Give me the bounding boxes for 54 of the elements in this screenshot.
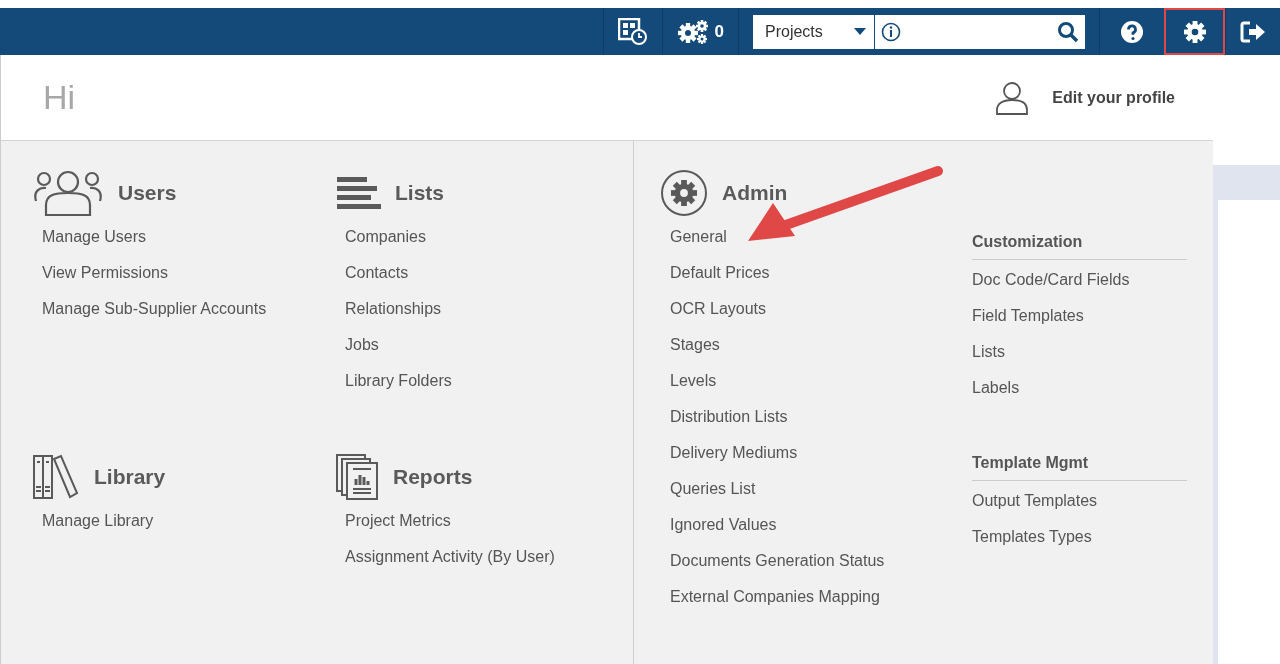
menu-link[interactable]: Documents Generation Status [670, 543, 885, 579]
menu-link[interactable]: Companies [345, 219, 426, 255]
calendar-clock-icon [617, 17, 648, 46]
info-icon [881, 21, 901, 42]
section-title: Lists [395, 181, 444, 205]
section-title: Users [118, 181, 177, 205]
gears-icon [676, 18, 709, 45]
menu-link[interactable]: Field Templates [972, 298, 1084, 334]
settings-icon [1183, 19, 1207, 44]
group-heading: Customization [972, 225, 1187, 260]
menu-link[interactable]: Relationships [345, 291, 442, 327]
edit-profile-link[interactable]: Edit your profile [994, 79, 1175, 116]
menu-link[interactable]: Output Templates [972, 483, 1098, 519]
section-title: Admin [722, 181, 788, 205]
greeting: Hi [43, 78, 76, 117]
search-icon[interactable] [1057, 20, 1079, 43]
menu-link[interactable]: Library Folders [345, 363, 452, 399]
menu-link[interactable]: General [670, 219, 727, 255]
menu-link[interactable]: Doc Code/Card Fields [972, 262, 1130, 298]
jobs-button[interactable]: 0 [661, 8, 738, 55]
users-icon [32, 169, 104, 217]
menu-link[interactable]: View Permissions [42, 255, 168, 291]
menu-link[interactable]: Delivery Mediums [670, 435, 798, 471]
menu-link[interactable]: Assignment Activity (By User) [345, 539, 555, 575]
menu-link[interactable]: Levels [670, 363, 717, 399]
report-stack-icon [335, 453, 379, 501]
group-heading: Template Mgmt [972, 446, 1187, 481]
logout-icon [1240, 20, 1266, 43]
menu-link[interactable]: External Companies Mapping [670, 579, 880, 615]
menu-link[interactable]: Manage Users [42, 219, 147, 255]
menu-link[interactable]: Manage Sub-Supplier Accounts [42, 291, 267, 327]
menu-link[interactable]: Project Metrics [345, 503, 451, 539]
menu-link[interactable]: Stages [670, 327, 720, 363]
menu-link[interactable]: Contacts [345, 255, 409, 291]
help-icon [1120, 19, 1144, 44]
section-title: Library [94, 465, 166, 489]
section-title: Reports [393, 465, 473, 489]
menu-link[interactable]: OCR Layouts [670, 291, 767, 327]
menu-link[interactable]: Queries List [670, 471, 756, 507]
menu-link[interactable]: Lists [972, 334, 1005, 370]
menu-link[interactable]: Manage Library [42, 503, 154, 539]
books-icon [32, 453, 80, 501]
gear-icon [660, 169, 708, 217]
caret-icon [854, 27, 866, 36]
menu-link[interactable]: Distribution Lists [670, 399, 788, 435]
menu-link[interactable]: Default Prices [670, 255, 770, 291]
settings-button[interactable] [1164, 8, 1225, 55]
menu-link[interactable]: Jobs [345, 327, 379, 363]
menu-link[interactable]: Templates Types [972, 519, 1092, 555]
search-field[interactable] [875, 14, 1085, 49]
menu-link[interactable]: Labels [972, 370, 1020, 406]
scope-dropdown[interactable]: Projects [753, 14, 875, 49]
menu-link[interactable]: Ignored Values [670, 507, 777, 543]
person-icon [994, 79, 1031, 116]
